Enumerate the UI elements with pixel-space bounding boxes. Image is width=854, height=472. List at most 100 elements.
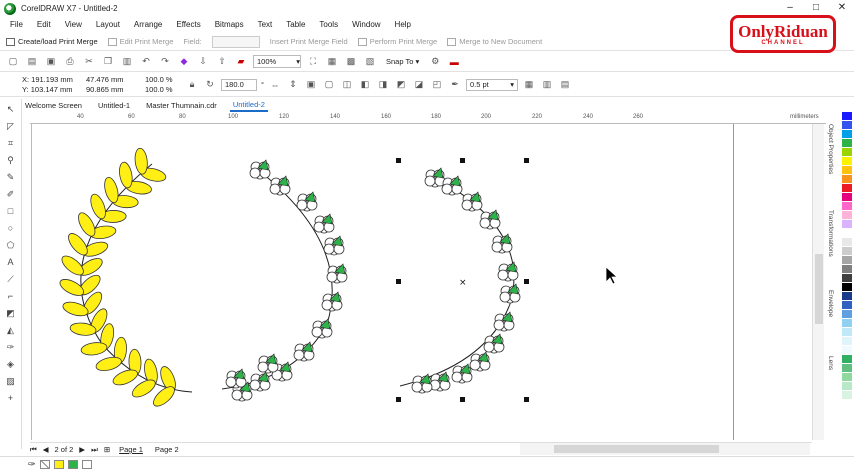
next-page-icon[interactable]: ▶ — [79, 445, 85, 454]
full-screen-icon[interactable]: ⛶ — [306, 55, 320, 69]
mirror-vertical-icon[interactable]: ⇕ — [286, 78, 300, 92]
simplify-icon[interactable]: ◩ — [394, 78, 408, 92]
open-icon[interactable]: ▤ — [25, 55, 39, 69]
palette-swatch[interactable] — [842, 211, 852, 220]
close-icon[interactable]: ✕ — [834, 2, 850, 13]
options-gear-icon[interactable]: ⚙ — [428, 55, 442, 69]
crop-tool-icon[interactable]: ⌗ — [5, 137, 17, 149]
merge-new-document-button[interactable]: Merge to New Document — [447, 37, 542, 46]
palette-swatch[interactable] — [842, 355, 852, 364]
vertical-ruler[interactable] — [22, 124, 32, 440]
palette-swatch[interactable] — [842, 292, 852, 301]
freehand-tool-icon[interactable]: ✎ — [5, 171, 17, 183]
vertical-scrollbar[interactable] — [812, 124, 824, 440]
palette-swatch[interactable] — [842, 391, 852, 400]
docker-envelope[interactable]: Envelope — [827, 290, 834, 317]
docker-transformations[interactable]: Transformations — [827, 210, 834, 257]
import-icon[interactable]: ⇩ — [196, 55, 210, 69]
no-fill-swatch[interactable] — [39, 460, 50, 469]
palette-swatch[interactable] — [842, 364, 852, 373]
palette-swatch[interactable] — [842, 193, 852, 202]
palette-swatch[interactable] — [842, 274, 852, 283]
palette-swatch[interactable] — [842, 283, 852, 292]
mirror-horizontal-icon[interactable]: ⇔ — [268, 78, 282, 92]
connector-tool-icon[interactable]: ⌐ — [5, 290, 17, 302]
edit-print-merge-button[interactable]: Edit Print Merge — [107, 37, 173, 46]
transparency-tool-icon[interactable]: ◭ — [5, 324, 17, 336]
palette-swatch[interactable] — [842, 328, 852, 337]
yellow-laurel-wreath[interactable] — [58, 147, 193, 410]
guidelines-icon[interactable]: ▧ — [363, 55, 377, 69]
docker-object-properties[interactable]: Object Properties — [827, 124, 834, 174]
palette-swatch[interactable] — [842, 121, 852, 130]
palette-swatch[interactable] — [842, 130, 852, 139]
page-tab-1[interactable]: Page 1 — [116, 445, 146, 454]
palette-swatch[interactable] — [842, 265, 852, 274]
insert-merge-field-button[interactable]: Insert Print Merge Field — [270, 37, 348, 46]
menu-file[interactable]: File — [10, 20, 23, 29]
menu-table[interactable]: Table — [286, 20, 305, 29]
drawing-canvas[interactable]: × — [32, 124, 812, 440]
tab-untitled-1[interactable]: Untitled-1 — [95, 100, 133, 111]
cotton-wreath-left[interactable] — [221, 159, 348, 402]
palette-swatch[interactable] — [842, 256, 852, 265]
shape-tool-icon[interactable]: ◸ — [5, 120, 17, 132]
palette-swatch[interactable] — [842, 139, 852, 148]
palette-swatch[interactable] — [842, 319, 852, 328]
new-document-icon[interactable]: ▢ — [6, 55, 20, 69]
publish-pdf-icon[interactable]: ▰ — [234, 55, 248, 69]
tab-untitled-2[interactable]: Untitled-2 — [229, 99, 268, 112]
maximize-icon[interactable]: □ — [808, 2, 824, 13]
outline-swatch[interactable] — [81, 460, 92, 469]
scroll-thumb[interactable] — [554, 445, 719, 453]
fill-swatch-yellow[interactable] — [53, 460, 64, 469]
group-icon[interactable]: ▣ — [304, 78, 318, 92]
palette-swatch[interactable] — [842, 175, 852, 184]
palette-swatch[interactable] — [842, 157, 852, 166]
minimize-icon[interactable]: – — [782, 2, 798, 13]
field-select[interactable] — [211, 35, 260, 48]
to-front-icon[interactable]: ▥ — [540, 78, 554, 92]
menu-layout[interactable]: Layout — [96, 20, 120, 29]
palette-swatch[interactable] — [842, 247, 852, 256]
x-position-field[interactable]: X: 191.193 mm — [22, 75, 82, 85]
tab-welcome-screen[interactable]: Welcome Screen — [22, 100, 85, 111]
save-icon[interactable]: ▣ — [44, 55, 58, 69]
palette-swatch[interactable] — [842, 229, 852, 238]
search-content-icon[interactable]: ◆ — [177, 55, 191, 69]
back-minus-front-icon[interactable]: ◰ — [430, 78, 444, 92]
trim-icon[interactable]: ◧ — [358, 78, 372, 92]
export-icon[interactable]: ⇧ — [215, 55, 229, 69]
palette-swatch[interactable] — [842, 166, 852, 175]
horizontal-ruler[interactable]: 40 60 80 100 120 140 160 180 200 220 240… — [30, 112, 826, 124]
weld-icon[interactable]: ◫ — [340, 78, 354, 92]
pick-tool-icon[interactable]: ↖ — [5, 103, 17, 115]
horizontal-scrollbar[interactable] — [520, 443, 810, 455]
fill-swatch-green[interactable] — [67, 460, 78, 469]
rotation-angle-field[interactable]: 180.0 — [221, 78, 257, 91]
undo-icon[interactable]: ↶ — [139, 55, 153, 69]
last-page-icon[interactable]: ⏭ — [91, 445, 98, 455]
first-page-icon[interactable]: ⏮ — [30, 445, 37, 455]
menu-arrange[interactable]: Arrange — [134, 20, 162, 29]
tab-master-thumnain[interactable]: Master Thumnain.cdr — [143, 100, 220, 111]
copy-icon[interactable]: ❐ — [101, 55, 115, 69]
palette-swatch[interactable] — [842, 301, 852, 310]
eyedropper-icon[interactable]: ✑ — [5, 341, 17, 353]
lock-ratio-icon[interactable]: 🔒︎ — [185, 78, 199, 92]
menu-effects[interactable]: Effects — [176, 20, 200, 29]
height-field[interactable]: 90.865 mm — [86, 85, 141, 95]
palette-swatch[interactable] — [842, 184, 852, 193]
previous-page-icon[interactable]: ◀ — [43, 445, 49, 454]
grid-icon[interactable]: ▩ — [344, 55, 358, 69]
scale-y-field[interactable]: 100.0 — [145, 85, 164, 94]
rulers-icon[interactable]: ▦ — [325, 55, 339, 69]
palette-swatch[interactable] — [842, 148, 852, 157]
text-tool-icon[interactable]: A — [5, 256, 17, 268]
add-tool-icon[interactable]: + — [5, 392, 17, 404]
menu-help[interactable]: Help — [395, 20, 411, 29]
outline-width-select[interactable]: 0.5 pt ▾ — [466, 78, 518, 91]
ellipse-tool-icon[interactable]: ○ — [5, 222, 17, 234]
docker-lens[interactable]: Lens — [827, 356, 834, 370]
width-field[interactable]: 47.476 mm — [86, 75, 141, 85]
